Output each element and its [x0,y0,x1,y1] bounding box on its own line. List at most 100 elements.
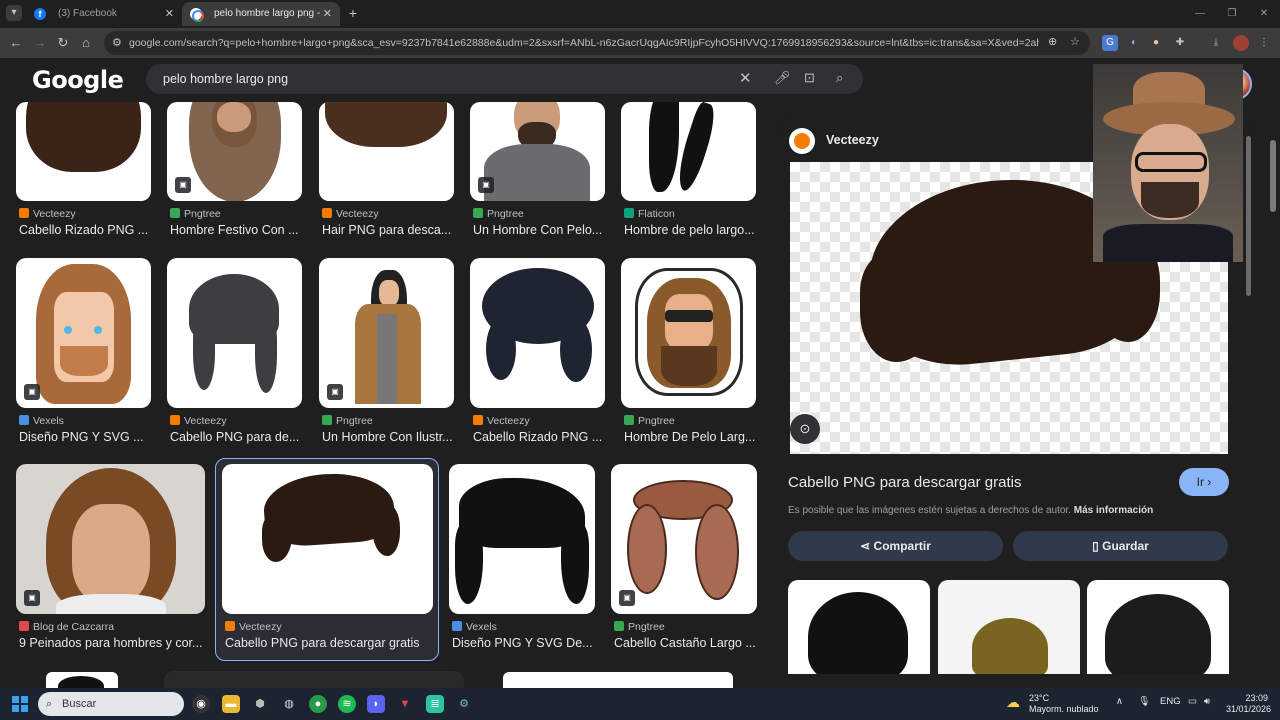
microphone-tray-icon[interactable]: 🎙︎ [1138,696,1150,707]
zoom-icon[interactable]: ⊕ [1048,35,1057,48]
result-thumbnail[interactable] [16,102,151,201]
overwatch-icon[interactable]: ◍ [280,695,298,713]
result-thumbnail[interactable] [319,102,454,201]
search-input[interactable]: pelo hombre largo png [163,64,288,94]
page-scrollbar[interactable] [1270,140,1276,212]
windows-start-icon[interactable] [12,696,28,712]
related-image[interactable] [788,580,930,674]
browser-menu-icon[interactable]: ⋮ [1256,35,1272,51]
back-icon[interactable]: ← [8,35,24,51]
result-title[interactable]: Cabello Rizado PNG ... [473,430,608,444]
result-thumbnail[interactable]: ▣ [16,258,151,408]
panel-scrollbar[interactable] [1246,136,1251,296]
result-thumbnail[interactable] [621,102,756,201]
result-thumbnail[interactable] [167,258,302,408]
search-icon[interactable]: ⌕ [836,70,843,86]
minimize-icon[interactable]: — [1184,0,1216,28]
visit-button[interactable]: Ir › [1179,468,1229,496]
result-title[interactable]: Cabello PNG para de... [170,430,305,444]
panel-title[interactable]: Cabello PNG para descargar gratis [788,474,1021,491]
result-title[interactable]: Diseño PNG Y SVG ... [19,430,154,444]
clear-search-icon[interactable]: ✕ [739,69,752,87]
source-name: Vecteezy [487,415,530,427]
download-icon[interactable]: ⤓ [1208,35,1224,51]
close-tab-icon[interactable]: ✕ [323,2,332,26]
image-results-grid: Vecteezy Cabello Rizado PNG ... ▣ Pngtre… [0,102,772,688]
result-title[interactable]: Diseño PNG Y SVG De... [452,636,598,650]
spotify-icon[interactable]: ≋ [338,695,356,713]
result-title[interactable]: Hombre Festivo Con ... [170,223,305,237]
google-logo[interactable]: Google [32,66,124,94]
result-title[interactable]: Cabello PNG para descargar gratis [225,636,435,650]
audio-extension-icon[interactable]: ◖ [1125,35,1141,51]
forward-icon[interactable]: → [32,35,48,51]
tab-google-search[interactable]: pelo hombre largo png - Busca ✕ [182,2,340,43]
app-icon[interactable]: ◉ [192,695,210,713]
url-text[interactable]: google.com/search?q=pelo+hombre+largo+pn… [129,31,1039,55]
result-title[interactable]: Un Hombre Con Pelo... [473,223,608,237]
network-icon[interactable]: ▭ [1188,696,1197,707]
result-thumbnail[interactable] [449,464,595,614]
weather-icon[interactable]: ☁ [1006,694,1026,714]
related-image[interactable] [938,580,1080,674]
result-thumbnail[interactable] [46,672,118,688]
language-indicator[interactable]: ENG [1160,696,1181,707]
notepad-icon[interactable]: ≣ [426,695,444,713]
more-info-link[interactable]: Más información [1074,505,1153,516]
result-title[interactable]: 9 Peinados para hombres y cor... [19,636,209,650]
result-thumbnail[interactable]: ▣ [470,102,605,201]
tab-search-icon[interactable]: ▾ [6,5,22,21]
clock-time: 23:09 [1245,693,1268,703]
home-icon[interactable]: ⌂ [78,35,94,51]
lens-icon[interactable]: ⊡ [804,70,815,86]
result-thumbnail[interactable] [222,464,433,614]
translate-extension-icon[interactable]: G [1102,35,1118,51]
result-thumbnail[interactable]: ▣ [16,464,205,614]
close-tab-icon[interactable]: ✕ [165,2,174,26]
result-thumbnail[interactable] [470,258,605,408]
panel-site-name[interactable]: Vecteezy [826,133,879,147]
result-title[interactable]: Cabello Rizado PNG ... [19,223,154,237]
result-card[interactable] [164,671,464,688]
extensions-puzzle-icon[interactable]: ✚ [1172,35,1188,51]
related-image[interactable] [1087,580,1229,674]
app-icon[interactable]: ▼ [396,695,414,713]
result-thumbnail[interactable] [621,258,756,408]
app-icon[interactable]: ⬢ [251,695,269,713]
result-title[interactable]: Hombre De Pelo Larg... [624,430,759,444]
microphone-icon[interactable]: 🎤︎ [774,70,791,86]
result-title[interactable]: Cabello Castaño Largo ... [614,636,760,650]
new-tab-button[interactable]: + [346,6,360,20]
share-button[interactable]: ⋖ Compartir [788,531,1003,561]
bookmark-star-icon[interactable]: ☆ [1070,35,1080,48]
result-title[interactable]: Un Hombre Con Ilustr... [322,430,457,444]
address-bar[interactable]: ⚙ google.com/search?q=pelo+hombre+largo+… [104,31,1090,55]
tray-chevron-icon[interactable]: ∧ [1116,696,1123,707]
source-name: Pngtree [184,208,221,220]
result-thumbnail[interactable]: ▣ [319,258,454,408]
discord-icon[interactable]: ◗ [367,695,385,713]
file-explorer-icon[interactable]: ▬ [222,695,240,713]
search-box[interactable]: pelo hombre largo png ✕ 🎤︎ ⊡ ⌕ [146,64,863,94]
result-thumbnail[interactable]: ▣ [611,464,757,614]
facebook-icon: f [34,8,46,20]
save-button[interactable]: ▯ Guardar [1013,531,1228,561]
close-window-icon[interactable]: ✕ [1248,0,1280,28]
steam-icon[interactable]: ⚙ [455,695,473,713]
volume-icon[interactable]: 🔊︎ [1204,696,1210,707]
result-thumbnail[interactable]: ▣ [167,102,302,201]
chrome-icon[interactable]: ● [309,695,327,713]
tab-facebook[interactable]: f (3) Facebook ✕ [26,2,182,26]
site-info-icon[interactable]: ⚙ [112,36,122,49]
result-thumbnail[interactable] [503,672,733,688]
restore-icon[interactable]: ❐ [1216,0,1248,28]
system-clock[interactable]: 23:09 31/01/2026 [1226,693,1271,715]
result-title[interactable]: Hombre de pelo largo... [624,223,759,237]
taskbar-search[interactable]: ⌕ Buscar [38,692,184,716]
extension-icon[interactable]: ● [1148,35,1164,51]
reload-icon[interactable]: ↻ [55,35,71,51]
visual-search-icon[interactable]: ⊙ [790,414,820,444]
profile-avatar[interactable] [1233,35,1249,51]
result-title[interactable]: Hair PNG para desca... [322,223,457,237]
weather-widget[interactable]: 23°C Mayorm. nublado [1029,693,1099,715]
